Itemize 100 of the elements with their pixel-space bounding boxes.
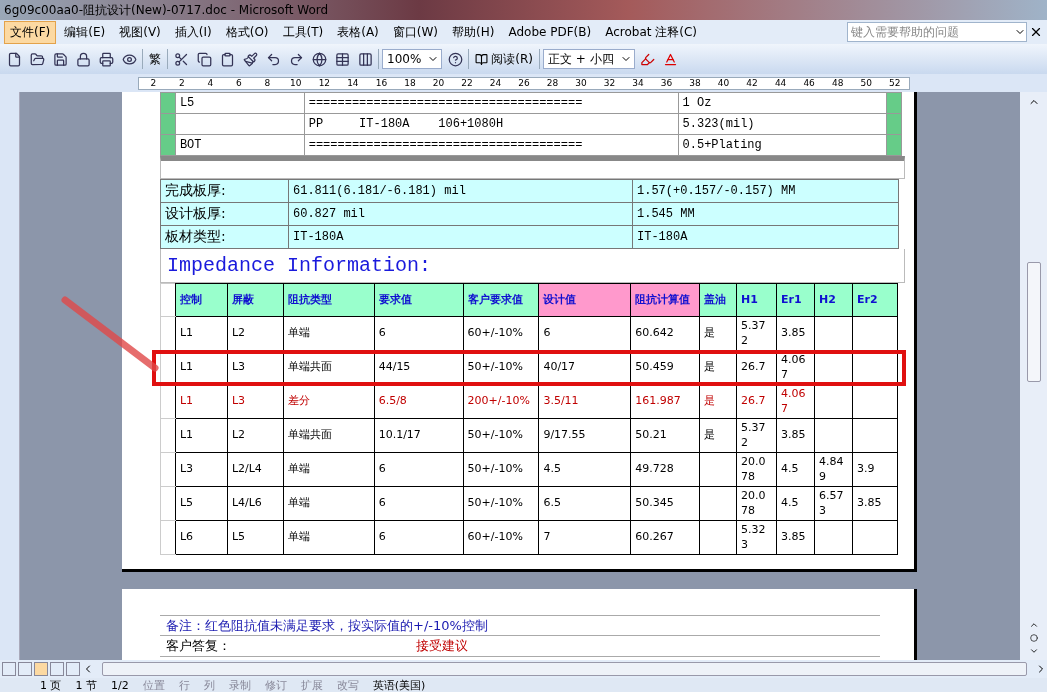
read-button[interactable]: 阅读(R) <box>472 50 536 68</box>
table-cell: 200+/-10% <box>463 384 539 419</box>
vertical-scrollbar[interactable] <box>1020 92 1047 660</box>
close-icon[interactable] <box>1029 25 1043 39</box>
table-cell: L5 <box>227 520 284 555</box>
menu-item[interactable]: Acrobat 注释(C) <box>599 20 703 44</box>
view-mode-icon[interactable] <box>66 662 80 676</box>
table-cell: 6.5 <box>538 486 631 521</box>
table-cell: 9/17.55 <box>538 418 631 453</box>
table-cell: 10.1/17 <box>374 418 463 453</box>
help-search-field[interactable]: 键入需要帮助的问题 <box>847 22 1027 42</box>
table-cell: 60+/-10% <box>463 316 539 351</box>
next-page-icon[interactable] <box>1028 646 1039 656</box>
menu-item[interactable]: 帮助(H) <box>446 20 501 44</box>
column-header: 盖油 <box>699 283 737 317</box>
column-header: 要求值 <box>374 283 463 317</box>
ruler-number: 36 <box>659 78 674 88</box>
menu-item[interactable]: 工具(T) <box>276 20 330 44</box>
menu-item[interactable]: 窗口(W) <box>386 20 445 44</box>
horizontal-scrollbar[interactable] <box>102 662 1027 676</box>
status-item: 改写 <box>336 678 359 692</box>
ruler-number: 38 <box>688 78 702 88</box>
menu-item[interactable]: 格式(O) <box>219 20 275 44</box>
ruler-number: 48 <box>830 78 845 88</box>
reply-text: 接受建议 <box>416 637 468 655</box>
table-cell: 61.811(6.181/-6.181) mil <box>288 179 633 203</box>
status-item: 1/2 <box>111 678 129 692</box>
ruler-number: 24 <box>488 78 503 88</box>
ruler-number: 30 <box>574 78 588 88</box>
menu-item[interactable]: 文件(F) <box>4 20 57 44</box>
ruler-number: 2 <box>149 78 158 88</box>
column-header: H1 <box>736 283 777 317</box>
view-mode-icon[interactable] <box>18 662 32 676</box>
menu-item[interactable]: 插入(I) <box>168 20 218 44</box>
table-cell: 49.728 <box>630 452 700 487</box>
column-header: 屏蔽 <box>227 283 284 317</box>
ruler-number: 28 <box>545 78 560 88</box>
ruler-number: 16 <box>374 78 389 88</box>
menu-item[interactable]: 视图(V) <box>113 20 167 44</box>
ruler-number: 12 <box>317 78 332 88</box>
ruler-number: 32 <box>602 78 617 88</box>
column-header: Er2 <box>852 283 898 317</box>
table-cell: L2/L4 <box>227 452 284 487</box>
table-cell: 单端共面 <box>283 418 375 453</box>
table-cell: PP IT-180A 106+1080H <box>304 113 679 135</box>
column-header: 设计值 <box>538 283 631 317</box>
table-cell: 单端 <box>283 520 375 555</box>
column-header: 阻抗计算值 <box>630 283 700 317</box>
table-cell: 60+/-10% <box>463 520 539 555</box>
menu-item[interactable]: 编辑(E) <box>58 20 112 44</box>
ruler-number: 26 <box>517 78 531 88</box>
style-dropdown[interactable]: 正文 + 小四 <box>543 49 635 69</box>
table-cell: 50.21 <box>630 418 700 453</box>
column-header: 控制 <box>175 283 228 317</box>
traditional-button[interactable]: 繁 <box>146 50 164 68</box>
table-cell: 0.5+Plating <box>678 134 887 156</box>
remark-text: 备注：红色阻抗值未满足要求，按实际值的+/-10%控制 <box>166 616 488 635</box>
table-cell: 设计板厚: <box>160 202 289 226</box>
table-cell: L2 <box>227 316 284 351</box>
menu-item[interactable]: Adobe PDF(B) <box>502 22 598 42</box>
table-cell: 161.987 <box>630 384 700 419</box>
browse-object-icon[interactable] <box>1029 634 1038 642</box>
table-cell: L3 <box>227 384 284 419</box>
view-mode-icon[interactable] <box>50 662 64 676</box>
table-cell: 6 <box>538 316 631 351</box>
reply-label: 客户答复： <box>166 637 232 655</box>
previous-page-icon[interactable] <box>1028 620 1039 630</box>
ruler-number: 40 <box>716 78 731 88</box>
ruler-number: 46 <box>802 78 816 88</box>
table-cell: 50+/-10% <box>463 418 539 453</box>
ruler-number: 44 <box>773 78 788 88</box>
table-cell: 3.85 <box>852 486 898 521</box>
view-mode-icon[interactable] <box>2 662 16 676</box>
scrollbar-thumb[interactable] <box>1026 262 1041 382</box>
ruler-number: 14 <box>346 78 360 88</box>
zoom-dropdown[interactable]: 100% <box>382 49 443 69</box>
table-cell: 6 <box>374 316 463 351</box>
table-cell: IT-180A <box>632 225 899 249</box>
ruler-number: 20 <box>431 78 446 88</box>
status-item: 列 <box>203 678 215 692</box>
table-cell: IT-180A <box>288 225 633 249</box>
table-cell: 6 <box>374 486 463 521</box>
ruler-number: 22 <box>460 78 474 88</box>
menu-item[interactable]: 表格(A) <box>331 20 385 44</box>
table-cell: 板材类型: <box>160 225 289 249</box>
table-cell: 单端 <box>283 316 375 351</box>
table-cell: 60.267 <box>630 520 700 555</box>
ruler-number: 4 <box>206 78 215 88</box>
status-item: 扩展 <box>300 678 323 692</box>
view-mode-icon[interactable] <box>34 662 48 676</box>
column-header: Er1 <box>776 283 815 317</box>
ruler-number: 18 <box>403 78 417 88</box>
ruler-number: 50 <box>859 78 873 88</box>
table-cell: L3 <box>175 452 228 487</box>
table-cell: 5.323(mil) <box>678 113 887 135</box>
table-cell: L1 <box>175 418 228 453</box>
ruler-number: 42 <box>745 78 759 88</box>
table-cell: 3.9 <box>852 452 898 487</box>
table-cell: 50.345 <box>630 486 700 521</box>
window-title: 6g09c00aa0-阻抗设计(New)-0717.doc - Microsoft Word <box>4 1 329 19</box>
